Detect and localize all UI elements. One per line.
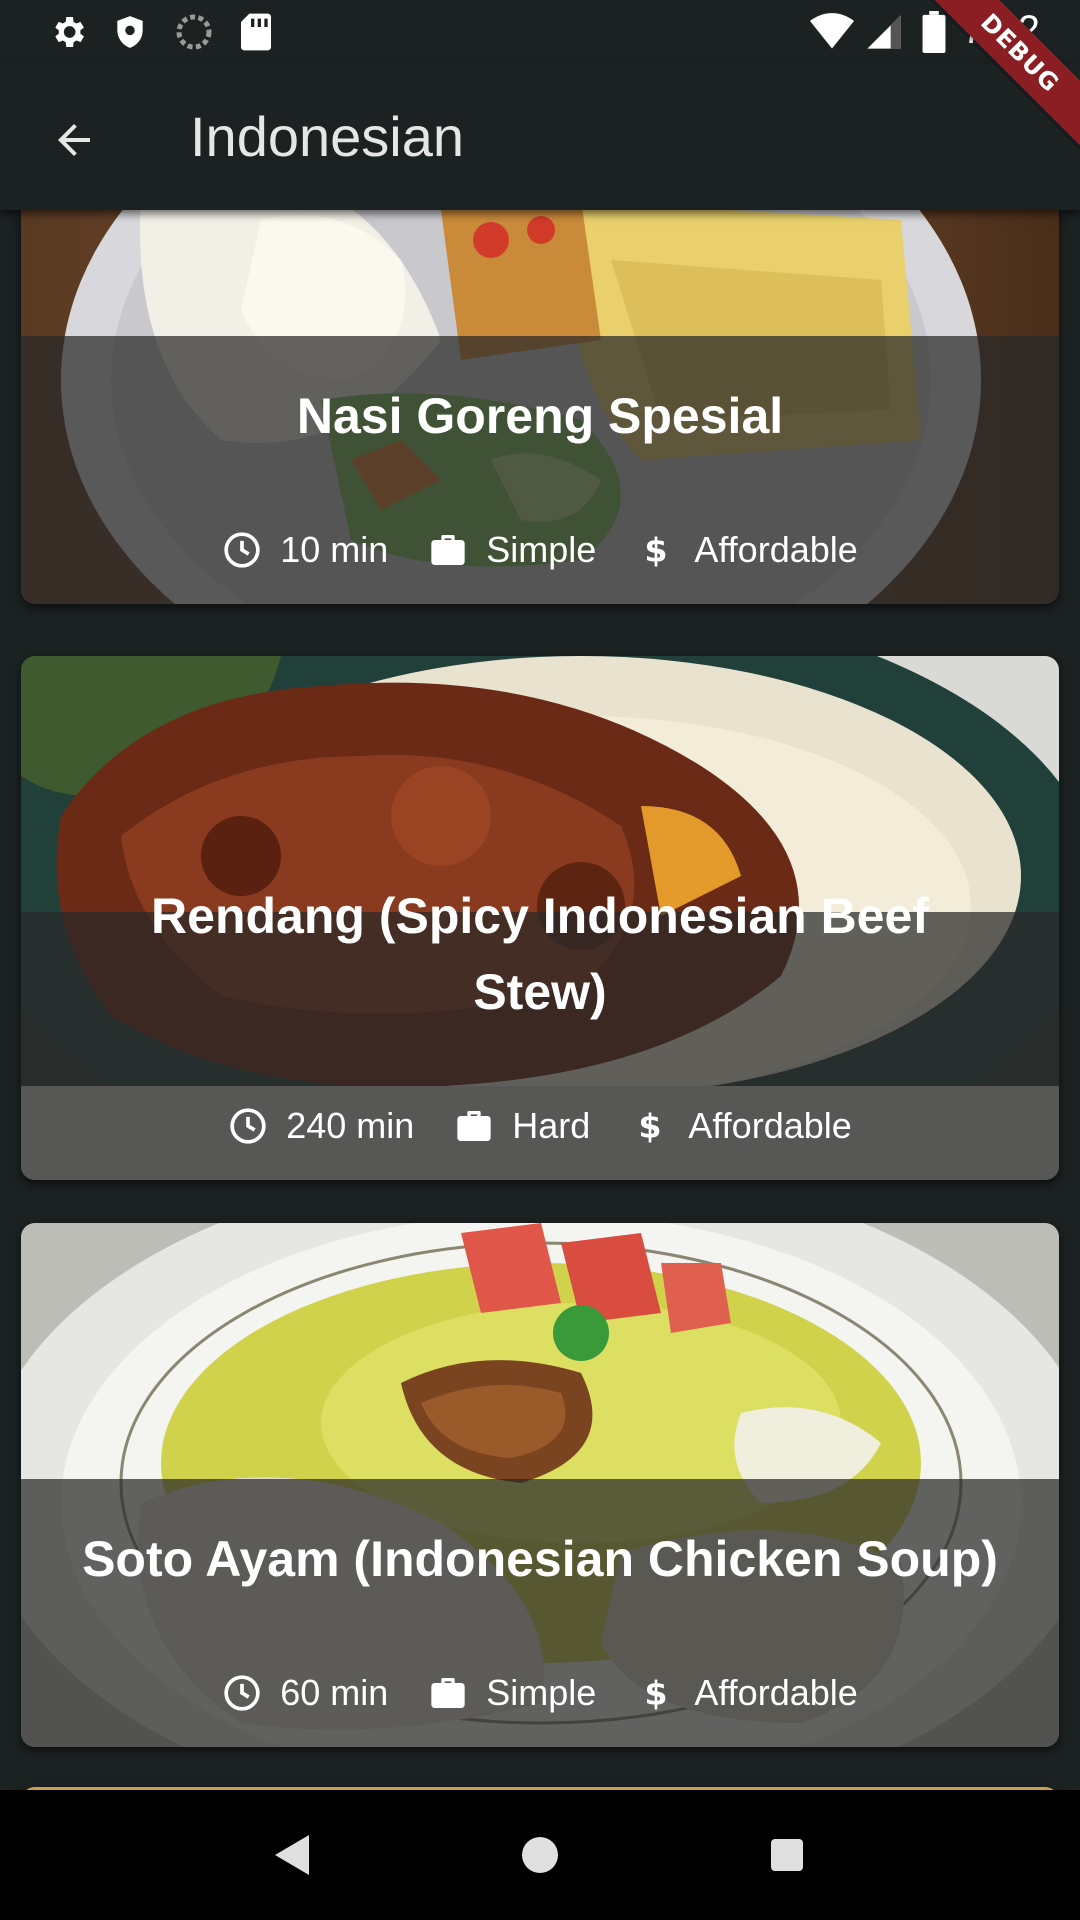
complexity: Hard: [454, 1105, 590, 1147]
meal-meta: 10 min Simple $ Affordable: [21, 514, 1059, 586]
meal-card[interactable]: Soto Ayam (Indonesian Chicken Soup) 60 m…: [21, 1223, 1059, 1747]
duration: 10 min: [222, 529, 388, 571]
back-button[interactable]: [36, 102, 112, 178]
affordability-label: Affordable: [694, 1672, 858, 1713]
clock-icon: [222, 530, 262, 570]
affordability: $ Affordable: [630, 1105, 852, 1147]
complexity: Simple: [428, 1672, 596, 1714]
nav-home-button[interactable]: [500, 1815, 580, 1895]
meal-meta: 60 min Simple $ Affordable: [21, 1657, 1059, 1729]
affordability: $ Affordable: [636, 529, 858, 571]
arrow-back-icon: [58, 124, 90, 156]
meal-card[interactable]: Nasi Goreng Spesial 10 min Simple $ Affo…: [21, 210, 1059, 604]
duration-label: 60 min: [280, 1672, 389, 1713]
briefcase-icon: [454, 1106, 494, 1146]
signal-icon: [862, 10, 906, 54]
svg-text:$: $: [639, 1107, 662, 1146]
clock-icon: [222, 1673, 262, 1713]
nav-back-button[interactable]: [253, 1815, 333, 1895]
sd-card-icon: [234, 10, 278, 54]
complexity-label: Hard: [512, 1105, 591, 1146]
complexity: Simple: [428, 529, 596, 571]
meal-list[interactable]: Nasi Goreng Spesial 10 min Simple $ Affo…: [0, 210, 1080, 1790]
meal-meta: 240 min Hard $ Affordable: [21, 1090, 1059, 1162]
briefcase-icon: [428, 530, 468, 570]
svg-text:$: $: [645, 531, 668, 570]
affordability-label: Affordable: [688, 1105, 852, 1146]
complexity-label: Simple: [486, 529, 597, 570]
page-title: Indonesian: [190, 105, 465, 168]
affordability-label: Affordable: [694, 529, 858, 570]
meal-title: Soto Ayam (Indonesian Chicken Soup): [82, 1531, 998, 1587]
dollar-icon: $: [630, 1106, 670, 1146]
meal-title: Nasi Goreng Spesial: [296, 388, 784, 444]
duration-label: 240 min: [286, 1105, 415, 1146]
duration: 240 min: [228, 1105, 414, 1147]
duration: 60 min: [222, 1672, 388, 1714]
settings-icon: [46, 10, 90, 54]
status-bar: 7:42: [0, 0, 1080, 64]
system-nav-bar: [0, 1790, 1080, 1920]
svg-text:$: $: [645, 1674, 668, 1713]
recents-square-icon: [770, 1839, 803, 1871]
screen: 7:42 DEBUG Indonesian: [0, 0, 1080, 1920]
complexity-label: Simple: [486, 1672, 597, 1713]
shield-icon: [108, 10, 152, 54]
meal-card[interactable]: Rendang (Spicy Indonesian Beef Stew) 240…: [21, 656, 1059, 1180]
home-circle-icon: [521, 1837, 558, 1873]
dollar-icon: $: [636, 530, 676, 570]
briefcase-icon: [428, 1673, 468, 1713]
duration-label: 10 min: [280, 529, 389, 570]
affordability: $ Affordable: [636, 1672, 858, 1714]
back-triangle-icon: [275, 1835, 310, 1875]
sync-icon: [172, 10, 216, 54]
dollar-icon: $: [636, 1673, 676, 1713]
wifi-icon: [810, 10, 854, 54]
battery-icon: [912, 10, 956, 54]
app-bar: Indonesian: [0, 64, 1080, 210]
meal-title: Rendang (Spicy Indonesian Beef Stew): [151, 888, 929, 1020]
nav-recents-button[interactable]: [747, 1815, 827, 1895]
clock-icon: [228, 1106, 268, 1146]
